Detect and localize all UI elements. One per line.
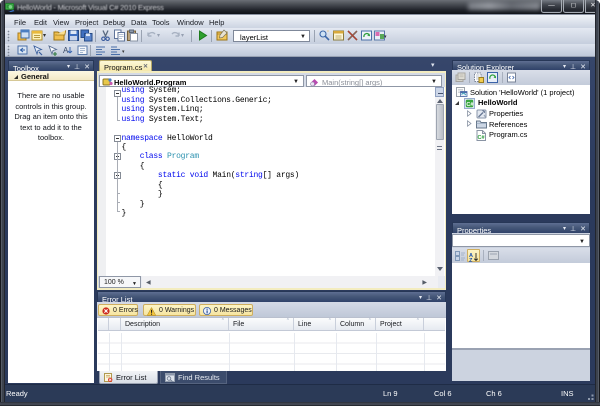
svg-text:C#: C# [466, 101, 473, 107]
svg-text:C#: C# [478, 135, 485, 141]
svg-text:A: A [63, 46, 69, 55]
